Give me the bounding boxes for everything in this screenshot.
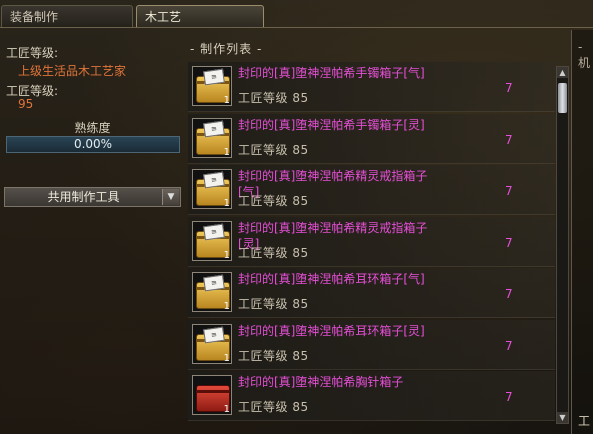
item-count: 1	[223, 352, 230, 364]
item-name: 封印的[真]堕神涅帕希胸针箱子	[238, 375, 404, 389]
item-name: 封印的[真]堕神涅帕希耳环箱子[气]	[238, 272, 425, 286]
tool-select-value: 共用制作工具	[47, 190, 120, 204]
item-quantity: 7	[505, 81, 513, 95]
gold-box-icon: ≡ 1	[192, 323, 232, 364]
item-count: 1	[223, 249, 230, 261]
scroll-up-icon[interactable]: ▲	[557, 67, 568, 78]
item-level-requirement: 工匠等级 85	[238, 194, 309, 208]
item-level-requirement: 工匠等级 85	[238, 297, 309, 311]
item-level-requirement: 工匠等级 85	[238, 400, 309, 414]
craft-list-item[interactable]: ≡ 1 封印的[真]堕神涅帕希耳环箱子[气] 工匠等级 85 7	[188, 268, 555, 318]
item-level-requirement: 工匠等级 85	[238, 142, 309, 157]
proficiency-text: 0.00%	[73, 137, 113, 151]
item-quantity: 7	[505, 390, 513, 404]
craft-list-item[interactable]: ≡ 1 封印的[真]堕神涅帕希手镯箱子[气] 工匠等级 85 7	[188, 62, 555, 112]
item-quantity: 7	[505, 235, 513, 250]
right-panel-edge	[571, 30, 593, 434]
item-quantity: 7	[505, 338, 513, 353]
craft-list-item[interactable]: ≡ 1 封印的[真]堕神涅帕希精灵戒指箱子[灵] 工匠等级 85 7	[188, 216, 555, 267]
gold-box-icon: ≡ 1	[192, 117, 232, 158]
craft-list-scrollbar[interactable]: ▲ ▼	[556, 66, 569, 424]
craft-list: ≡ 1 封印的[真]堕神涅帕希手镯箱子[气] 工匠等级 85 7 ≡ 1 封印的[真]堕神涅帕…	[186, 62, 556, 434]
item-name: 封印的[真]堕神涅帕希手镯箱子[气]	[238, 66, 425, 80]
craft-list-title: - 制作列表 -	[190, 42, 263, 56]
item-count: 1	[223, 301, 230, 312]
item-quantity: 7	[505, 184, 513, 198]
item-level-requirement: 工匠等级 85	[238, 348, 309, 363]
tool-select-dropdown[interactable]: 共用制作工具 ▼	[4, 187, 181, 207]
tab-equipment-craft[interactable]: 装备制作	[1, 5, 133, 27]
craft-list-item[interactable]: ≡ 1 封印的[真]堕神涅帕希耳环箱子[灵] 工匠等级 85 7	[188, 319, 555, 370]
tab-bar: 装备制作 木工艺	[0, 0, 593, 30]
item-count: 1	[223, 95, 230, 106]
gold-box-icon: ≡ 1	[192, 220, 232, 261]
crafter-info-panel: 工匠等级: 上级生活品木工艺家 工匠等级: 95 熟练度 0.00% 共用制作工…	[0, 30, 185, 434]
item-count: 1	[223, 404, 230, 415]
item-level-requirement: 工匠等级 85	[238, 245, 309, 260]
proficiency-label: 熟练度	[74, 121, 111, 135]
scrollbar-thumb[interactable]	[558, 83, 567, 113]
craft-level-label: 工匠等级:	[6, 46, 59, 60]
gold-box-icon: ≡ 1	[192, 272, 232, 312]
red-box-icon: 1	[192, 375, 232, 415]
gold-box-icon: ≡ 1	[192, 66, 232, 106]
item-count: 1	[223, 146, 230, 158]
item-count: 1	[223, 198, 230, 209]
gold-box-icon: ≡ 1	[192, 169, 232, 209]
craft-list-item[interactable]: ≡ 1 封印的[真]堕神涅帕希手镯箱子[灵] 工匠等级 85 7	[188, 113, 555, 164]
proficiency-bar: 0.00%	[6, 136, 180, 153]
item-name: 封印的[真]堕神涅帕希耳环箱子[灵]	[238, 323, 425, 338]
right-panel-label: 工	[578, 414, 591, 428]
craft-list-item[interactable]: ≡ 1 封印的[真]堕神涅帕希精灵戒指箱子[气] 工匠等级 85 7	[188, 165, 555, 215]
item-quantity: 7	[505, 287, 513, 301]
item-quantity: 7	[505, 132, 513, 147]
craft-level-value: 95	[18, 97, 34, 111]
craft-title: 上级生活品木工艺家	[18, 64, 127, 78]
tab-woodwork[interactable]: 木工艺	[136, 5, 264, 27]
craft-list-item[interactable]: 1 封印的[真]堕神涅帕希胸针箱子 工匠等级 85 7	[188, 371, 555, 421]
item-name: 封印的[真]堕神涅帕希手镯箱子[灵]	[238, 117, 425, 132]
tab-divider	[0, 27, 593, 28]
item-level-requirement: 工匠等级 85	[238, 91, 309, 105]
scroll-down-icon[interactable]: ▼	[557, 412, 568, 423]
right-panel-title: - 机	[578, 40, 591, 70]
chevron-down-icon[interactable]: ▼	[162, 189, 179, 205]
